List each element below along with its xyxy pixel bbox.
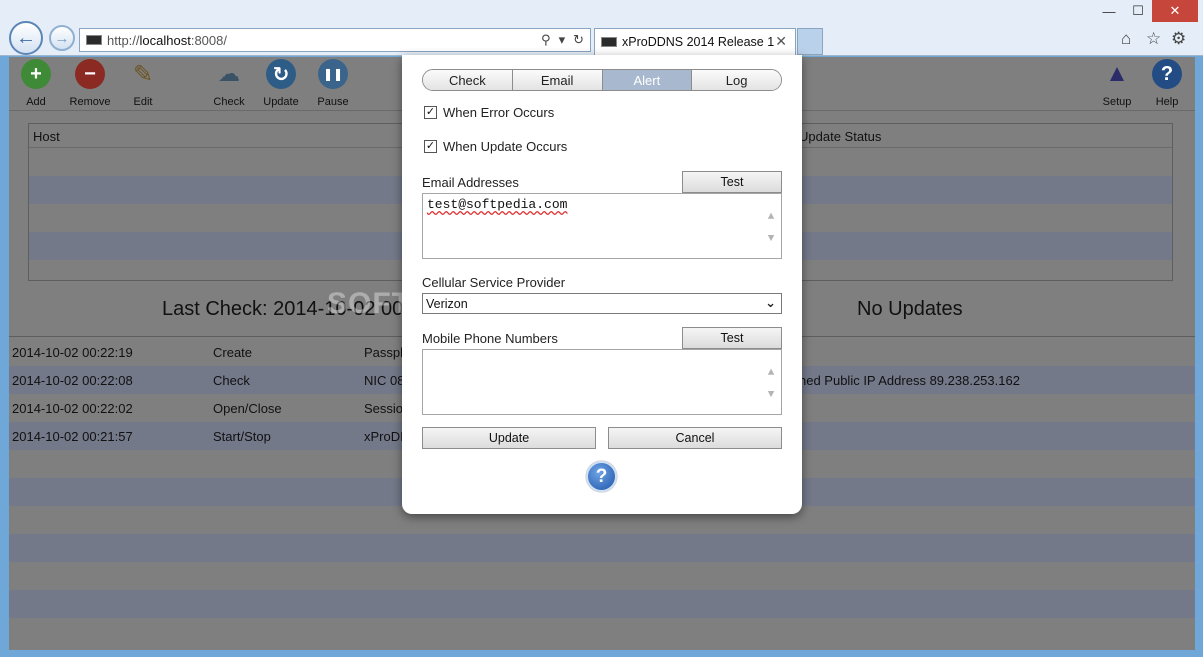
refresh-icon[interactable]: ↻	[573, 32, 584, 48]
check-button[interactable]: ☁ Check	[201, 59, 257, 108]
tab-email[interactable]: Email	[512, 70, 603, 90]
cellular-provider-value: Verizon	[426, 296, 468, 311]
when-update-checkbox-row[interactable]: ✓ When Update Occurs	[424, 139, 567, 154]
test-email-button[interactable]: Test	[682, 171, 782, 193]
log-row-empty	[9, 534, 1195, 562]
update-settings-button[interactable]: Update	[422, 427, 596, 449]
pause-icon: ❚❚	[318, 59, 348, 89]
cellular-provider-select[interactable]: Verizon ⌄	[422, 293, 782, 314]
mobile-numbers-input[interactable]: ▲ ▼	[422, 349, 782, 415]
no-updates-text: No Updates	[857, 298, 963, 320]
site-icon	[86, 35, 102, 45]
tab-xproddns[interactable]: xProDDNS 2014 Release 1 ✕	[594, 28, 796, 55]
email-addresses-label: Email Addresses	[422, 175, 519, 190]
settings-tabs: Check Email Alert Log	[422, 69, 782, 91]
textarea-scrollbar[interactable]: ▲ ▼	[765, 206, 777, 250]
help-icon[interactable]: ?	[586, 461, 617, 492]
help-button[interactable]: ? Help	[1139, 59, 1195, 108]
when-update-checkbox[interactable]: ✓	[424, 140, 437, 153]
home-icon[interactable]: ⌂	[1121, 29, 1131, 49]
browser-chrome: ← → http://localhost:8008/ ⚲ ▾ ↻ xProDDN…	[0, 0, 1203, 56]
chevron-down-icon: ⌄	[765, 295, 776, 310]
refresh-arrows-icon: ↻	[266, 59, 296, 89]
favorites-star-icon[interactable]: ☆	[1146, 29, 1161, 49]
update-button[interactable]: ↻ Update	[253, 59, 309, 108]
setup-button[interactable]: ▲ Setup	[1089, 59, 1145, 108]
plus-icon: +	[21, 59, 51, 89]
alert-settings-dialog: Check Email Alert Log ✓ When Error Occur…	[402, 55, 802, 514]
pencil-icon: ✎	[132, 60, 154, 88]
search-icon[interactable]: ⚲	[541, 32, 551, 48]
cancel-button[interactable]: Cancel	[608, 427, 782, 449]
column-header-update-status[interactable]: Update Status	[799, 129, 881, 144]
tab-site-icon	[601, 37, 617, 47]
wizard-hat-icon: ▲	[1105, 60, 1129, 87]
tab-log[interactable]: Log	[692, 70, 781, 90]
pause-button[interactable]: ❚❚ Pause	[305, 59, 361, 108]
back-button[interactable]: ←	[9, 21, 43, 55]
tab-alert[interactable]: Alert	[602, 70, 693, 90]
email-address-value: test@softpedia.com	[427, 197, 568, 212]
address-bar[interactable]: http://localhost:8008/ ⚲ ▾ ↻	[79, 28, 591, 52]
add-button[interactable]: + Add	[8, 59, 64, 108]
maximize-button[interactable]: ☐	[1124, 0, 1152, 22]
forward-button[interactable]: →	[49, 25, 75, 51]
mobile-numbers-label: Mobile Phone Numbers	[422, 331, 558, 346]
gear-icon[interactable]: ⚙	[1171, 29, 1186, 49]
when-error-label: When Error Occurs	[443, 105, 555, 120]
column-header-host[interactable]: Host	[33, 129, 60, 144]
edit-button[interactable]: ✎ Edit	[115, 59, 171, 109]
cellular-provider-label: Cellular Service Provider	[422, 275, 566, 290]
log-row-empty	[9, 618, 1195, 646]
when-error-checkbox[interactable]: ✓	[424, 106, 437, 119]
minus-icon: −	[75, 59, 105, 89]
email-addresses-input[interactable]: test@softpedia.com ▲ ▼	[422, 193, 782, 259]
chevron-down-icon[interactable]: ▾	[559, 32, 566, 48]
network-cloud-icon: ☁	[218, 61, 240, 86]
arrow-left-icon: ←	[16, 26, 36, 49]
textarea-scrollbar[interactable]: ▲ ▼	[765, 362, 777, 406]
when-error-checkbox-row[interactable]: ✓ When Error Occurs	[424, 105, 554, 120]
address-text[interactable]: http://localhost:8008/	[107, 33, 227, 48]
log-row-empty	[9, 590, 1195, 618]
tab-title: xProDDNS 2014 Release 1	[622, 35, 775, 49]
help-icon: ?	[1152, 59, 1182, 89]
tab-check[interactable]: Check	[423, 70, 513, 90]
remove-button[interactable]: − Remove	[62, 59, 118, 108]
log-row-empty	[9, 562, 1195, 590]
arrow-right-icon: →	[54, 29, 70, 47]
window-close-button[interactable]: ✕	[1152, 0, 1198, 22]
minimize-button[interactable]: —	[1095, 0, 1123, 22]
when-update-label: When Update Occurs	[443, 139, 568, 154]
close-tab-icon[interactable]: ✕	[775, 33, 787, 50]
new-tab-button[interactable]	[797, 28, 823, 55]
test-mobile-button[interactable]: Test	[682, 327, 782, 349]
